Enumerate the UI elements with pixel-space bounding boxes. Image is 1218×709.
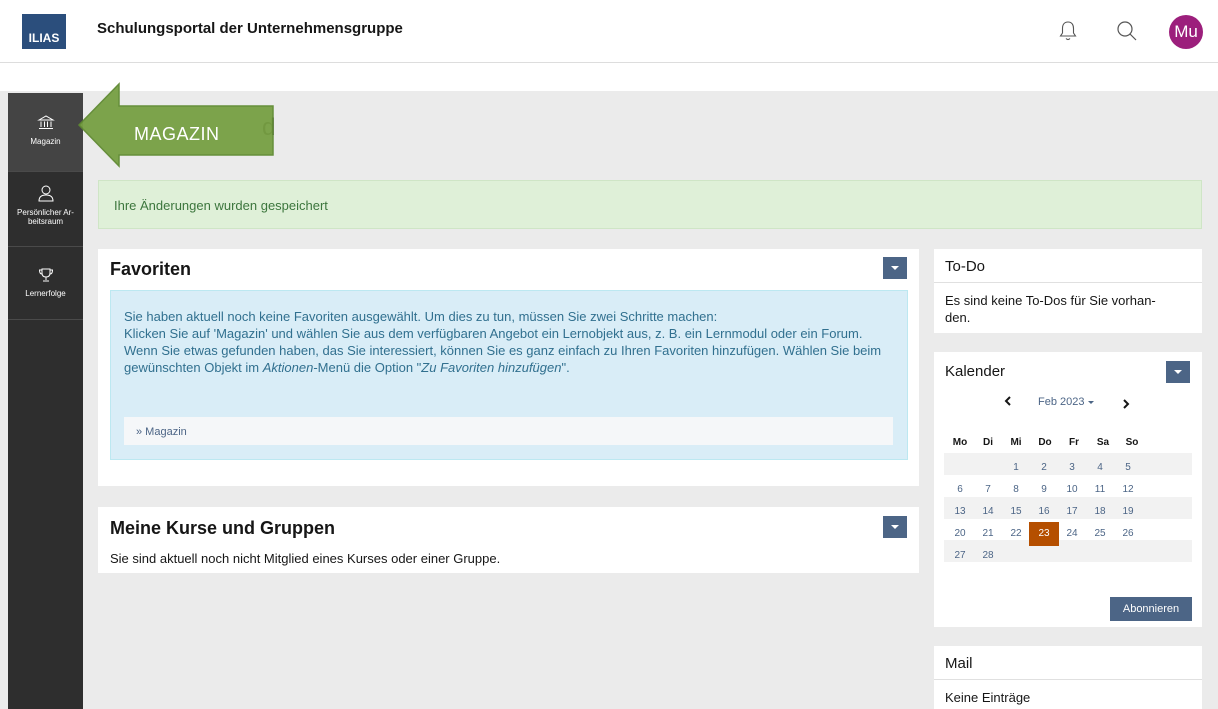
trophy-icon — [8, 267, 83, 285]
calendar-day[interactable]: 16 — [1031, 502, 1057, 522]
caret-down-icon — [891, 266, 899, 270]
ilias-logo[interactable]: ILIAS — [22, 14, 66, 49]
bank-icon — [8, 115, 83, 133]
top-bar: ILIAS Schulungsportal der Unternehmensgr… — [0, 0, 1218, 63]
calendar-day[interactable]: 26 — [1115, 524, 1141, 544]
calendar-day[interactable]: 17 — [1059, 502, 1085, 522]
mail-text: Keine Einträge — [945, 690, 1031, 705]
calendar-day[interactable]: 6 — [947, 480, 973, 500]
caret-down-icon — [1087, 400, 1094, 404]
person-icon — [8, 184, 83, 204]
month-selector[interactable]: Feb 2023 — [1038, 396, 1094, 408]
sidebar-item-label: Persönlicher Ar-beitsraum — [17, 208, 74, 226]
calendar-day[interactable]: 4 — [1087, 458, 1113, 478]
calendar-day[interactable]: 19 — [1115, 502, 1141, 522]
calendar-day[interactable]: 21 — [975, 524, 1001, 544]
month-next-icon[interactable] — [1122, 396, 1130, 414]
annotation-label: MAGAZIN — [134, 124, 220, 144]
calendar-day-today[interactable]: 23 — [1029, 522, 1059, 546]
calendar-title: Kalender — [945, 363, 1006, 380]
sidebar-item-label: Lernerfolge — [25, 289, 66, 298]
calendar-day[interactable]: 22 — [1003, 524, 1029, 544]
calendar-day[interactable]: 10 — [1059, 480, 1085, 500]
weekday-header: Mi — [1010, 437, 1022, 448]
weekday-header: Do — [1038, 437, 1052, 448]
mail-title: Mail — [945, 655, 973, 672]
calendar-day[interactable]: 8 — [1003, 480, 1029, 500]
month-prev-icon[interactable] — [1004, 396, 1012, 409]
sidebar-item-personal-workspace[interactable]: Persönlicher Ar-beitsraum — [8, 172, 83, 247]
info-line: Klicken Sie auf 'Magazin' und wählen Sie… — [124, 326, 863, 341]
info-line: Sie haben aktuell noch keine Favoriten a… — [124, 309, 718, 324]
weekday-header: So — [1125, 437, 1139, 448]
mail-panel: Mail Keine Einträge — [934, 646, 1202, 709]
weekday-header: Sa — [1096, 437, 1110, 448]
calendar-day[interactable]: 15 — [1003, 502, 1029, 522]
courses-panel: Meine Kurse und Gruppen Sie sind aktuell… — [98, 507, 919, 573]
calendar-day[interactable]: 18 — [1087, 502, 1113, 522]
todo-text: Es sind keine To-Dos für Sie vorhan-den. — [945, 293, 1156, 325]
main-sidebar: Magazin Persönlicher Ar-beitsraum Lerner… — [8, 93, 83, 709]
portal-title: Schulungsportal der Unternehmensgruppe — [97, 20, 403, 37]
success-message: Ihre Änderungen wurden gespeichert — [114, 198, 328, 213]
sidebar-item-learning-success[interactable]: Lernerfolge — [8, 247, 83, 320]
calendar-actions-dropdown[interactable] — [1166, 361, 1190, 383]
calendar-day[interactable]: 20 — [947, 524, 973, 544]
weekday-header: Mo — [952, 437, 968, 448]
caret-down-icon — [891, 525, 899, 529]
success-alert: Ihre Änderungen wurden gespeichert — [98, 180, 1202, 229]
calendar-day[interactable]: 2 — [1031, 458, 1057, 478]
calendar-day[interactable]: 11 — [1087, 480, 1113, 500]
weekday-header: Fr — [1069, 437, 1079, 448]
courses-empty-text: Sie sind aktuell noch nicht Mitglied ein… — [110, 551, 501, 566]
caret-down-icon — [1174, 370, 1182, 374]
calendar-day[interactable]: 12 — [1115, 480, 1141, 500]
courses-title: Meine Kurse und Gruppen — [110, 518, 336, 538]
calendar-day[interactable]: 13 — [947, 502, 973, 522]
calendar-day[interactable]: 9 — [1031, 480, 1057, 500]
calendar-day[interactable]: 24 — [1059, 524, 1085, 544]
weekday-header: Di — [983, 437, 993, 448]
favorites-actions-dropdown[interactable] — [883, 257, 907, 279]
search-icon[interactable] — [1112, 16, 1142, 46]
calendar-day[interactable]: 14 — [975, 502, 1001, 522]
sidebar-item-magazin[interactable]: Magazin — [8, 93, 83, 172]
calendar-day[interactable]: 7 — [975, 480, 1001, 500]
subscribe-button[interactable]: Abonnieren — [1110, 597, 1192, 621]
notification-bell-icon[interactable] — [1053, 16, 1083, 46]
todo-title: To-Do — [945, 258, 986, 275]
calendar-day[interactable]: 5 — [1115, 458, 1141, 478]
calendar-day[interactable]: 28 — [975, 546, 1001, 566]
divider — [934, 282, 1202, 283]
calendar-day[interactable]: 1 — [1003, 458, 1029, 478]
todo-panel: To-Do Es sind keine To-Dos für Sie vorha… — [934, 249, 1202, 333]
favorites-title: Favoriten — [110, 259, 192, 279]
sidebar-item-label: Magazin — [30, 137, 61, 146]
magazin-link[interactable]: » Magazin — [124, 417, 893, 445]
courses-actions-dropdown[interactable] — [883, 516, 907, 538]
calendar-day[interactable]: 27 — [947, 546, 973, 566]
calendar-day[interactable]: 25 — [1087, 524, 1113, 544]
calendar-day[interactable]: 3 — [1059, 458, 1085, 478]
divider — [934, 679, 1202, 680]
user-avatar[interactable]: Mu — [1169, 15, 1203, 49]
info-line: Wenn Sie etwas gefunden haben, das Sie i… — [124, 343, 882, 375]
